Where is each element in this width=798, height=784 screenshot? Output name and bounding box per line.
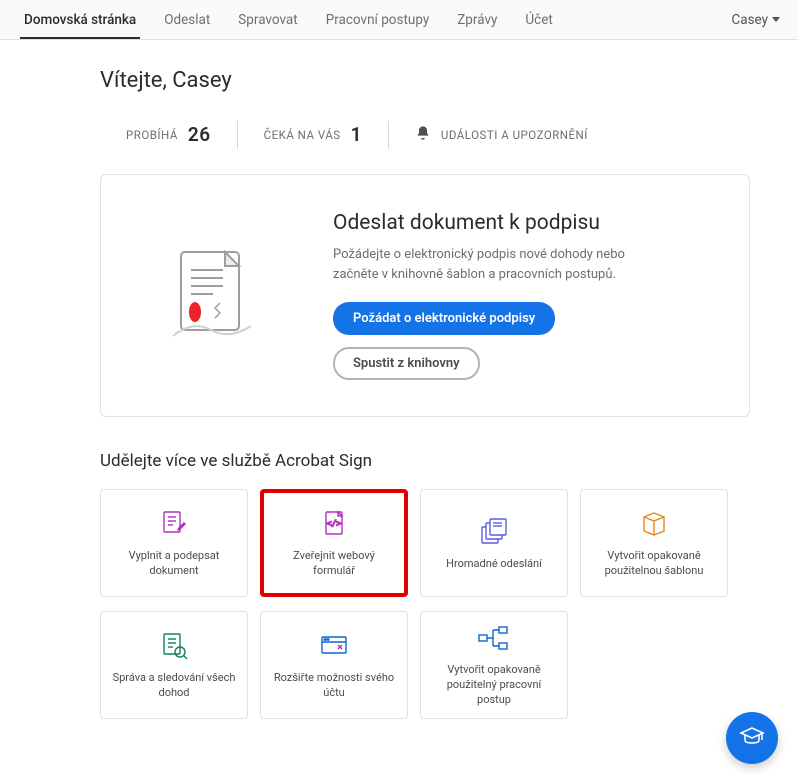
- hero-title: Odeslat dokument k podpisu: [333, 211, 653, 235]
- stat-in-progress[interactable]: PROBÍHÁ 26: [100, 119, 237, 150]
- stat-waiting-count: 1: [351, 123, 362, 146]
- stat-waiting-label: ČEKÁ NA VÁS: [264, 128, 341, 142]
- stats-row: PROBÍHÁ 26 ČEKÁ NA VÁS 1 UDÁLOSTI A UPOZ…: [100, 119, 750, 150]
- nav-tab-home[interactable]: Domovská stránka: [10, 2, 150, 38]
- extend-icon: [318, 629, 350, 663]
- card-label: Hromadné odeslání: [446, 557, 542, 572]
- help-fab[interactable]: [726, 712, 778, 764]
- start-from-library-button[interactable]: Spustit z knihovny: [333, 347, 480, 380]
- chevron-down-icon: [772, 17, 780, 22]
- stat-events[interactable]: UDÁLOSTI A UPOZORNĚNÍ: [389, 121, 614, 148]
- user-name: Casey: [731, 12, 768, 28]
- nav-tab-account[interactable]: Účet: [511, 2, 566, 38]
- stat-waiting[interactable]: ČEKÁ NA VÁS 1: [238, 119, 388, 150]
- nav-tab-manage[interactable]: Spravovat: [224, 2, 311, 38]
- hero-panel: Odeslat dokument k podpisu Požádejte o e…: [100, 174, 750, 417]
- welcome-heading: Vítejte, Casey: [100, 68, 750, 93]
- card-label: Vyplnit a podepsat dokument: [109, 549, 239, 579]
- hero-description: Požádejte o elektronický podpis nové doh…: [333, 245, 653, 284]
- card-label: Správa a sledování všech dohod: [109, 671, 239, 701]
- stat-in-progress-count: 26: [188, 123, 211, 146]
- top-nav: Domovská stránka Odeslat Spravovat Praco…: [0, 0, 798, 40]
- stat-events-label: UDÁLOSTI A UPOZORNĚNÍ: [441, 128, 588, 142]
- svg-text:</>: </>: [327, 519, 342, 528]
- card-template[interactable]: Vytvořit opakovaně použitelnou šablonu: [580, 489, 728, 597]
- fill-sign-icon: [159, 507, 189, 541]
- action-cards-grid: Vyplnit a podepsat dokument </> Zveřejni…: [100, 489, 750, 719]
- request-signatures-button[interactable]: Požádat o elektronické podpisy: [333, 302, 555, 335]
- card-fill-sign[interactable]: Vyplnit a podepsat dokument: [100, 489, 248, 597]
- template-icon: [639, 507, 669, 541]
- stat-in-progress-label: PROBÍHÁ: [126, 128, 178, 142]
- web-form-icon: </>: [320, 507, 348, 541]
- card-extend[interactable]: Rozšiřte možnosti svého účtu: [260, 611, 408, 719]
- card-workflow[interactable]: Vytvořit opakovaně použitelný pracovní p…: [420, 611, 568, 719]
- document-sign-icon: [137, 246, 287, 346]
- card-label: Vytvořit opakovaně použitelný pracovní p…: [429, 663, 559, 708]
- workflow-icon: [477, 622, 511, 655]
- bell-icon: [415, 125, 431, 144]
- nav-tab-send[interactable]: Odeslat: [150, 2, 224, 38]
- nav-tab-reports[interactable]: Zprávy: [443, 2, 511, 38]
- user-menu[interactable]: Casey: [731, 12, 788, 28]
- card-label: Zveřejnit webový formulář: [272, 549, 396, 579]
- card-label: Rozšiřte možnosti svého účtu: [269, 671, 399, 701]
- card-bulk-send[interactable]: Hromadné odeslání: [420, 489, 568, 597]
- track-icon: [159, 629, 189, 663]
- card-label: Vytvořit opakovaně použitelnou šablonu: [589, 549, 719, 579]
- graduation-cap-icon: [739, 723, 765, 753]
- card-web-form[interactable]: </> Zveřejnit webový formulář: [260, 489, 408, 597]
- card-track[interactable]: Správa a sledování všech dohod: [100, 611, 248, 719]
- nav-tab-workflows[interactable]: Pracovní postupy: [312, 2, 444, 38]
- bulk-send-icon: [478, 515, 510, 549]
- do-more-heading: Udělejte více ve službě Acrobat Sign: [100, 451, 750, 471]
